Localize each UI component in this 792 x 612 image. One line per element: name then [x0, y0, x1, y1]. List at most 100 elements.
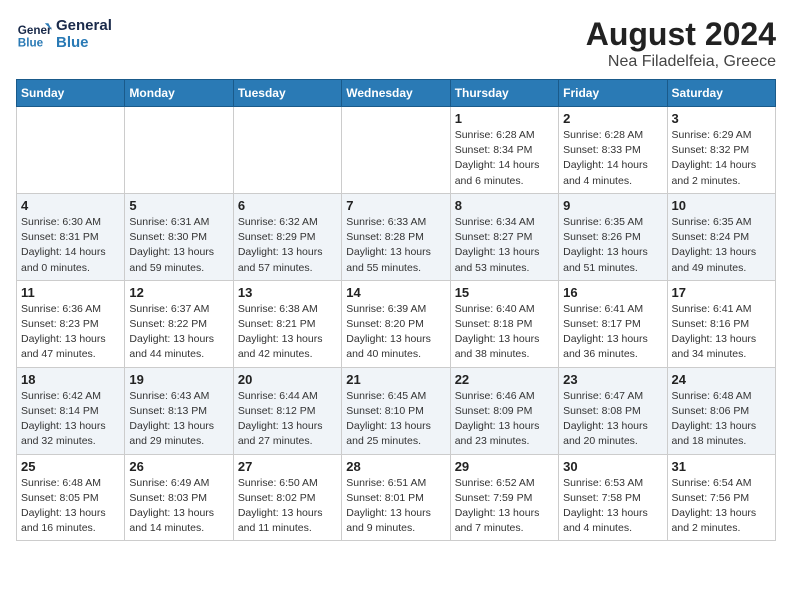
weekday-header: Thursday	[450, 80, 558, 107]
day-number: 12	[129, 285, 228, 300]
weekday-header: Sunday	[17, 80, 125, 107]
calendar-cell: 18 Sunrise: 6:42 AM Sunset: 8:14 PM Dayli…	[17, 367, 125, 454]
day-info: Sunrise: 6:32 AM Sunset: 8:29 PM Dayligh…	[238, 215, 337, 276]
weekday-header: Tuesday	[233, 80, 341, 107]
day-info: Sunrise: 6:37 AM Sunset: 8:22 PM Dayligh…	[129, 302, 228, 363]
calendar-cell: 2 Sunrise: 6:28 AM Sunset: 8:33 PM Daylig…	[559, 107, 667, 194]
day-number: 17	[672, 285, 771, 300]
day-number: 1	[455, 111, 554, 126]
day-info: Sunrise: 6:48 AM Sunset: 8:05 PM Dayligh…	[21, 476, 120, 537]
day-number: 2	[563, 111, 662, 126]
day-info: Sunrise: 6:47 AM Sunset: 8:08 PM Dayligh…	[563, 389, 662, 450]
day-number: 6	[238, 198, 337, 213]
calendar-week-row: 25 Sunrise: 6:48 AM Sunset: 8:05 PM Dayli…	[17, 454, 776, 541]
location: Nea Filadelfeia, Greece	[586, 53, 776, 71]
weekday-header: Monday	[125, 80, 233, 107]
day-info: Sunrise: 6:35 AM Sunset: 8:24 PM Dayligh…	[672, 215, 771, 276]
day-info: Sunrise: 6:48 AM Sunset: 8:06 PM Dayligh…	[672, 389, 771, 450]
calendar-week-row: 18 Sunrise: 6:42 AM Sunset: 8:14 PM Dayli…	[17, 367, 776, 454]
day-info: Sunrise: 6:40 AM Sunset: 8:18 PM Dayligh…	[455, 302, 554, 363]
calendar-week-row: 11 Sunrise: 6:36 AM Sunset: 8:23 PM Dayli…	[17, 280, 776, 367]
day-info: Sunrise: 6:41 AM Sunset: 8:16 PM Dayligh…	[672, 302, 771, 363]
day-number: 21	[346, 372, 445, 387]
calendar-cell: 13 Sunrise: 6:38 AM Sunset: 8:21 PM Dayli…	[233, 280, 341, 367]
logo: General Blue General Blue	[16, 16, 112, 52]
day-info: Sunrise: 6:28 AM Sunset: 8:34 PM Dayligh…	[455, 128, 554, 189]
day-info: Sunrise: 6:35 AM Sunset: 8:26 PM Dayligh…	[563, 215, 662, 276]
day-info: Sunrise: 6:42 AM Sunset: 8:14 PM Dayligh…	[21, 389, 120, 450]
day-info: Sunrise: 6:49 AM Sunset: 8:03 PM Dayligh…	[129, 476, 228, 537]
calendar-cell: 11 Sunrise: 6:36 AM Sunset: 8:23 PM Dayli…	[17, 280, 125, 367]
day-number: 23	[563, 372, 662, 387]
day-info: Sunrise: 6:36 AM Sunset: 8:23 PM Dayligh…	[21, 302, 120, 363]
svg-text:Blue: Blue	[18, 37, 44, 50]
day-number: 15	[455, 285, 554, 300]
day-number: 25	[21, 459, 120, 474]
day-number: 24	[672, 372, 771, 387]
day-number: 27	[238, 459, 337, 474]
day-info: Sunrise: 6:46 AM Sunset: 8:09 PM Dayligh…	[455, 389, 554, 450]
day-info: Sunrise: 6:50 AM Sunset: 8:02 PM Dayligh…	[238, 476, 337, 537]
day-info: Sunrise: 6:28 AM Sunset: 8:33 PM Dayligh…	[563, 128, 662, 189]
day-number: 3	[672, 111, 771, 126]
day-number: 9	[563, 198, 662, 213]
calendar-cell: 26Sunrise: 6:49 AM Sunset: 8:03 PM Dayli…	[125, 454, 233, 541]
day-info: Sunrise: 6:51 AM Sunset: 8:01 PM Dayligh…	[346, 476, 445, 537]
calendar-cell: 23 Sunrise: 6:47 AM Sunset: 8:08 PM Dayli…	[559, 367, 667, 454]
calendar-cell	[342, 107, 450, 194]
day-number: 7	[346, 198, 445, 213]
day-number: 19	[129, 372, 228, 387]
calendar-header-row: SundayMondayTuesdayWednesdayThursdayFrid…	[17, 80, 776, 107]
day-number: 8	[455, 198, 554, 213]
logo-blue: Blue	[56, 34, 112, 51]
calendar-cell: 15 Sunrise: 6:40 AM Sunset: 8:18 PM Dayli…	[450, 280, 558, 367]
calendar-cell: 21Sunrise: 6:45 AM Sunset: 8:10 PM Dayli…	[342, 367, 450, 454]
calendar-cell: 17 Sunrise: 6:41 AM Sunset: 8:16 PM Dayli…	[667, 280, 775, 367]
logo-icon: General Blue	[16, 16, 52, 52]
calendar-cell: 31 Sunrise: 6:54 AM Sunset: 7:56 PM Dayli…	[667, 454, 775, 541]
day-number: 18	[21, 372, 120, 387]
day-number: 30	[563, 459, 662, 474]
svg-text:General: General	[18, 24, 52, 37]
weekday-header: Friday	[559, 80, 667, 107]
calendar-cell: 10Sunrise: 6:35 AM Sunset: 8:24 PM Dayli…	[667, 193, 775, 280]
calendar-cell: 1 Sunrise: 6:28 AM Sunset: 8:34 PM Daylig…	[450, 107, 558, 194]
calendar-cell: 6 Sunrise: 6:32 AM Sunset: 8:29 PM Daylig…	[233, 193, 341, 280]
day-number: 14	[346, 285, 445, 300]
day-info: Sunrise: 6:54 AM Sunset: 7:56 PM Dayligh…	[672, 476, 771, 537]
calendar: SundayMondayTuesdayWednesdayThursdayFrid…	[16, 79, 776, 541]
day-info: Sunrise: 6:33 AM Sunset: 8:28 PM Dayligh…	[346, 215, 445, 276]
day-number: 4	[21, 198, 120, 213]
weekday-header: Wednesday	[342, 80, 450, 107]
day-number: 31	[672, 459, 771, 474]
day-info: Sunrise: 6:30 AM Sunset: 8:31 PM Dayligh…	[21, 215, 120, 276]
day-info: Sunrise: 6:29 AM Sunset: 8:32 PM Dayligh…	[672, 128, 771, 189]
weekday-header: Saturday	[667, 80, 775, 107]
day-info: Sunrise: 6:52 AM Sunset: 7:59 PM Dayligh…	[455, 476, 554, 537]
calendar-cell: 12 Sunrise: 6:37 AM Sunset: 8:22 PM Dayli…	[125, 280, 233, 367]
day-number: 11	[21, 285, 120, 300]
day-info: Sunrise: 6:34 AM Sunset: 8:27 PM Dayligh…	[455, 215, 554, 276]
day-number: 20	[238, 372, 337, 387]
calendar-cell: 9 Sunrise: 6:35 AM Sunset: 8:26 PM Daylig…	[559, 193, 667, 280]
day-number: 16	[563, 285, 662, 300]
day-number: 13	[238, 285, 337, 300]
title-block: August 2024 Nea Filadelfeia, Greece	[586, 16, 776, 71]
calendar-cell: 24 Sunrise: 6:48 AM Sunset: 8:06 PM Dayli…	[667, 367, 775, 454]
calendar-cell	[17, 107, 125, 194]
calendar-cell: 8 Sunrise: 6:34 AM Sunset: 8:27 PM Daylig…	[450, 193, 558, 280]
day-info: Sunrise: 6:43 AM Sunset: 8:13 PM Dayligh…	[129, 389, 228, 450]
calendar-cell: 20 Sunrise: 6:44 AM Sunset: 8:12 PM Dayli…	[233, 367, 341, 454]
day-number: 29	[455, 459, 554, 474]
calendar-week-row: 4 Sunrise: 6:30 AM Sunset: 8:31 PM Daylig…	[17, 193, 776, 280]
day-number: 5	[129, 198, 228, 213]
calendar-cell	[125, 107, 233, 194]
day-info: Sunrise: 6:44 AM Sunset: 8:12 PM Dayligh…	[238, 389, 337, 450]
calendar-cell: 14Sunrise: 6:39 AM Sunset: 8:20 PM Dayli…	[342, 280, 450, 367]
calendar-cell: 5Sunrise: 6:31 AM Sunset: 8:30 PM Daylig…	[125, 193, 233, 280]
day-info: Sunrise: 6:53 AM Sunset: 7:58 PM Dayligh…	[563, 476, 662, 537]
day-info: Sunrise: 6:41 AM Sunset: 8:17 PM Dayligh…	[563, 302, 662, 363]
calendar-cell: 30 Sunrise: 6:53 AM Sunset: 7:58 PM Dayli…	[559, 454, 667, 541]
calendar-cell: 27 Sunrise: 6:50 AM Sunset: 8:02 PM Dayli…	[233, 454, 341, 541]
day-info: Sunrise: 6:38 AM Sunset: 8:21 PM Dayligh…	[238, 302, 337, 363]
